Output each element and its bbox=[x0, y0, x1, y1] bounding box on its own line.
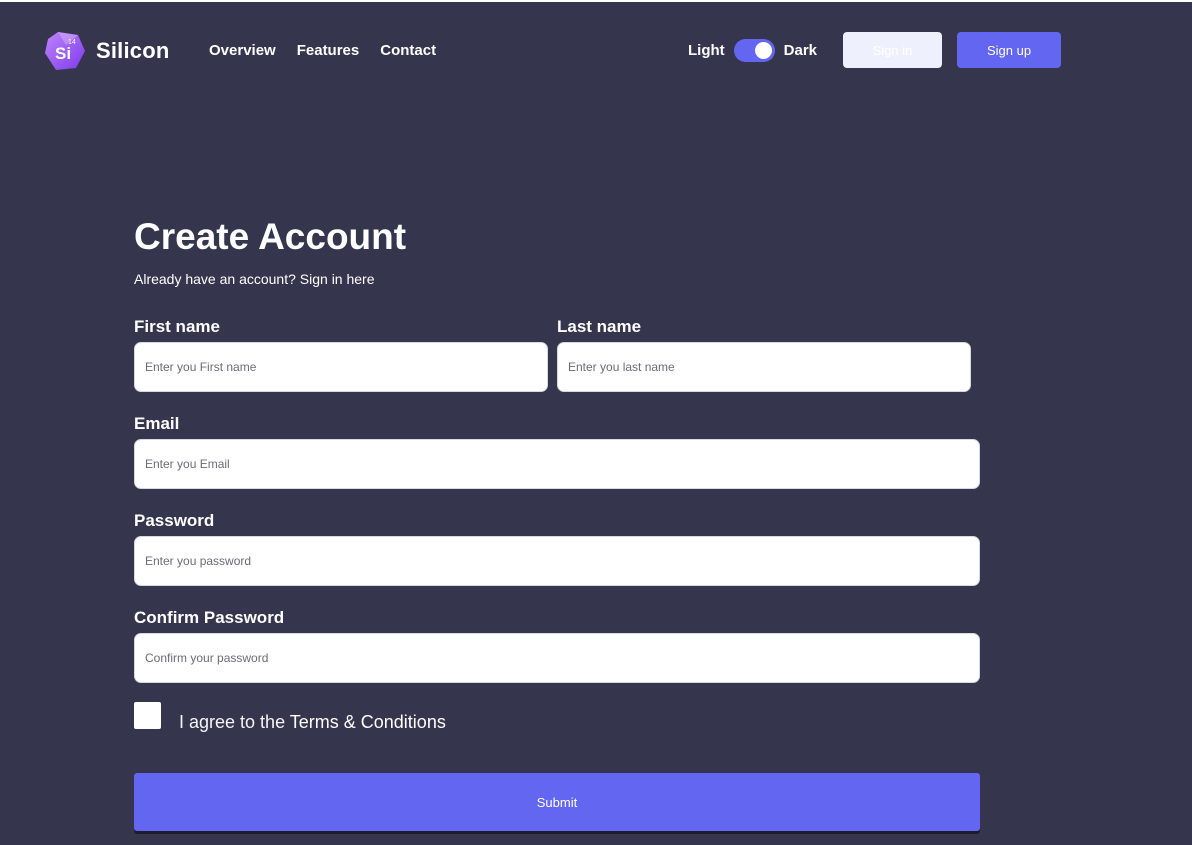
theme-toggle[interactable] bbox=[733, 39, 775, 62]
first-name-label: First name bbox=[134, 317, 220, 336]
brand-logo[interactable]: Si 14 Silicon bbox=[44, 31, 170, 71]
password-input[interactable] bbox=[134, 536, 980, 586]
last-name-label: Last name bbox=[557, 317, 642, 336]
main-nav: Overview Features Contact bbox=[209, 42, 436, 59]
nav-overview[interactable]: Overview bbox=[209, 42, 276, 59]
last-name-input[interactable] bbox=[557, 342, 971, 392]
logo-letters: Si bbox=[55, 44, 71, 63]
password-label: Password bbox=[134, 511, 215, 530]
terms-link[interactable]: Terms & Conditions bbox=[290, 712, 446, 732]
email-label: Email bbox=[134, 414, 180, 433]
theme-switcher: Light Dark bbox=[688, 39, 817, 62]
terms-checkbox[interactable] bbox=[134, 702, 161, 729]
logo-number: 14 bbox=[68, 39, 76, 46]
sign-up-button[interactable]: Sign up bbox=[957, 32, 1061, 68]
terms-agreement: I agree to the Terms & Conditions bbox=[179, 712, 446, 733]
email-input[interactable] bbox=[134, 439, 980, 489]
app-window: Si 14 Silicon Overview Features Contact … bbox=[0, 2, 1192, 845]
confirm-password-input[interactable] bbox=[134, 633, 980, 683]
toggle-knob bbox=[754, 42, 772, 59]
confirm-password-label: Confirm Password bbox=[134, 608, 285, 627]
silicon-logo-icon: Si 14 bbox=[45, 32, 85, 70]
first-name-input[interactable] bbox=[134, 342, 548, 392]
nav-features[interactable]: Features bbox=[297, 42, 360, 59]
submit-button[interactable]: Submit bbox=[134, 773, 980, 831]
brand-name: Silicon bbox=[96, 38, 170, 63]
theme-light-label: Light bbox=[688, 42, 725, 59]
sign-in-link[interactable]: Already have an account? Sign in here bbox=[134, 271, 375, 287]
nav-contact[interactable]: Contact bbox=[380, 42, 436, 59]
page-title: Create Account bbox=[134, 216, 407, 257]
agree-prefix: I agree to the bbox=[179, 712, 286, 732]
theme-dark-label: Dark bbox=[783, 42, 818, 59]
sign-in-button[interactable]: Sign in bbox=[843, 32, 942, 68]
